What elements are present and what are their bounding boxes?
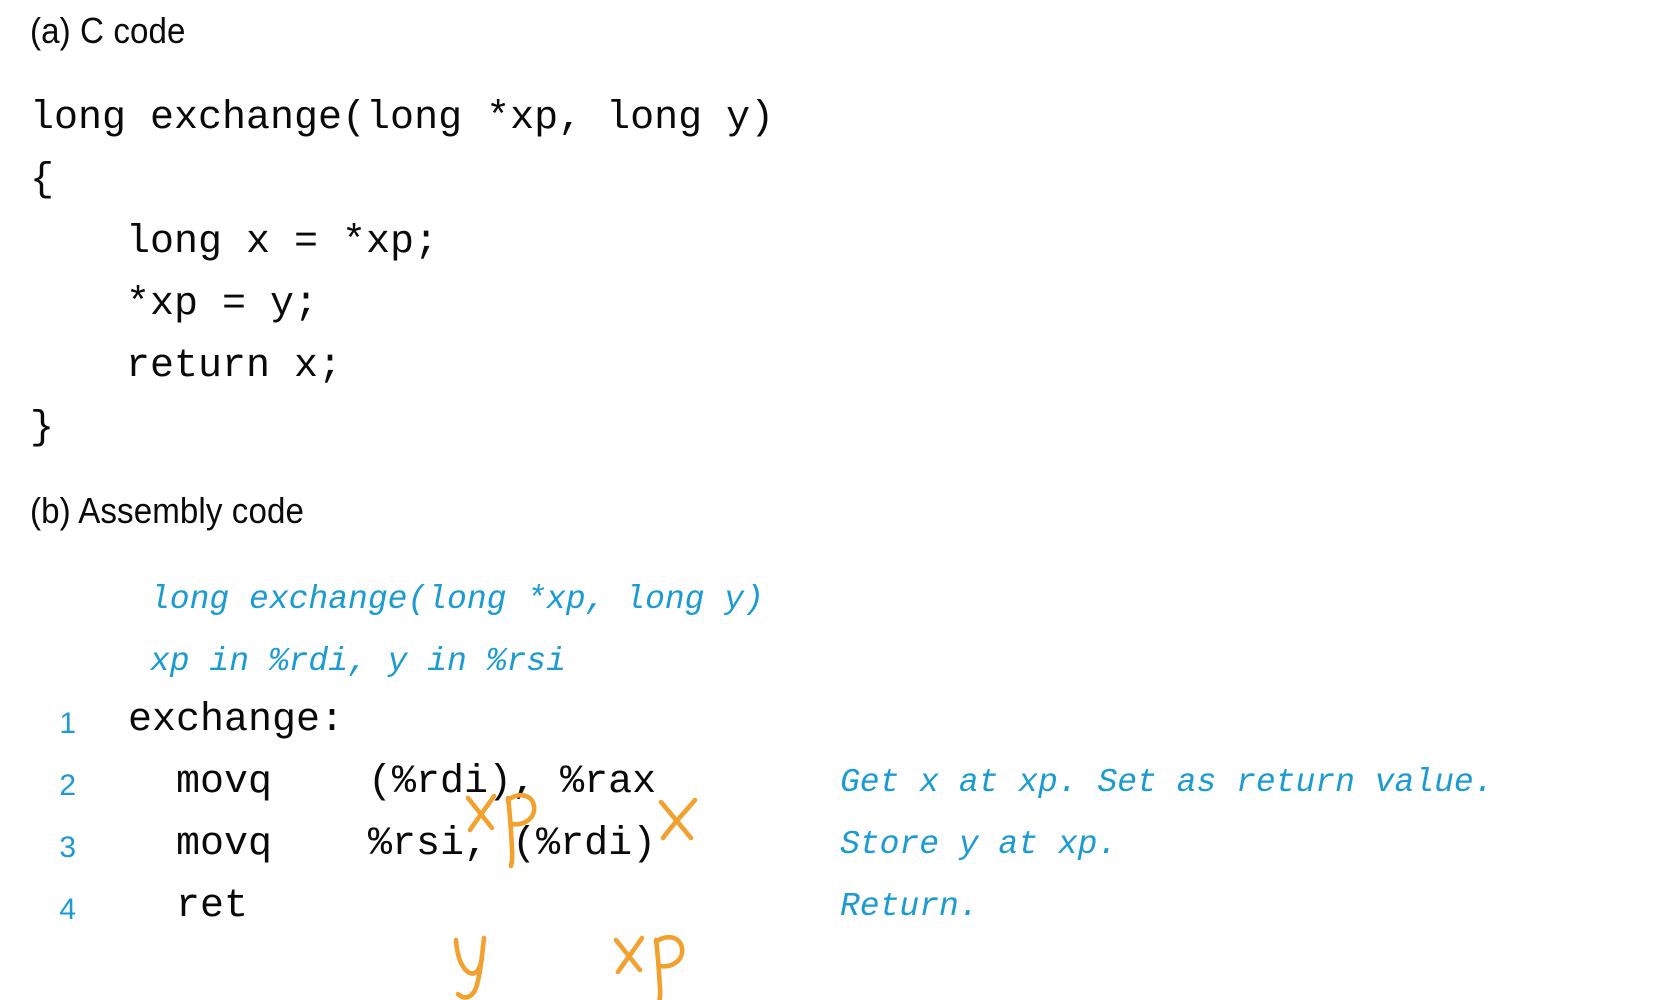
assembly-header-comment-registers: xp in %rdi, y in %rsi [150, 643, 566, 680]
handwritten-x-glyph [658, 797, 698, 841]
assembly-side-comment-3: Store y at xp. [840, 826, 1118, 863]
assembly-instruction-2: movq (%rdi), %rax [128, 760, 657, 805]
assembly-side-comment-2: Get x at xp. Set as return value. [840, 764, 1494, 801]
assembly-line-number-3: 3 [59, 831, 76, 864]
assembly-header-comment-signature: long exchange(long *xp, long y) [150, 581, 764, 618]
assembly-line-number-2: 2 [59, 769, 76, 802]
section-heading-c-code: (a) C code [30, 10, 186, 51]
assembly-instruction-3: movq %rsi, (%rdi) [128, 822, 657, 867]
assembly-line-number-4: 4 [59, 893, 76, 926]
c-code-line-1: long exchange(long *xp, long y) [30, 96, 775, 141]
figure-page: (a) C code long exchange(long *xp, long … [0, 0, 1671, 1000]
assembly-instruction-4: ret [128, 884, 249, 929]
handwritten-xp-glyph-2 [613, 934, 685, 1000]
c-code-line-4: *xp = y; [30, 282, 319, 327]
assembly-side-comment-4: Return. [840, 888, 979, 925]
assembly-instruction-1: exchange: [128, 698, 345, 743]
assembly-line-number-1: 1 [59, 707, 76, 740]
c-code-line-3: long x = *xp; [30, 220, 439, 265]
handwritten-annotation-y-source [448, 842, 507, 1000]
section-heading-assembly-code: (b) Assembly code [30, 490, 305, 531]
c-code-line-6: } [30, 406, 55, 451]
handwritten-annotation-xp-dest [610, 838, 700, 1000]
handwritten-y-glyph [453, 935, 487, 1000]
c-code-line-2: { [30, 158, 55, 203]
c-code-line-5: return x; [30, 344, 343, 389]
